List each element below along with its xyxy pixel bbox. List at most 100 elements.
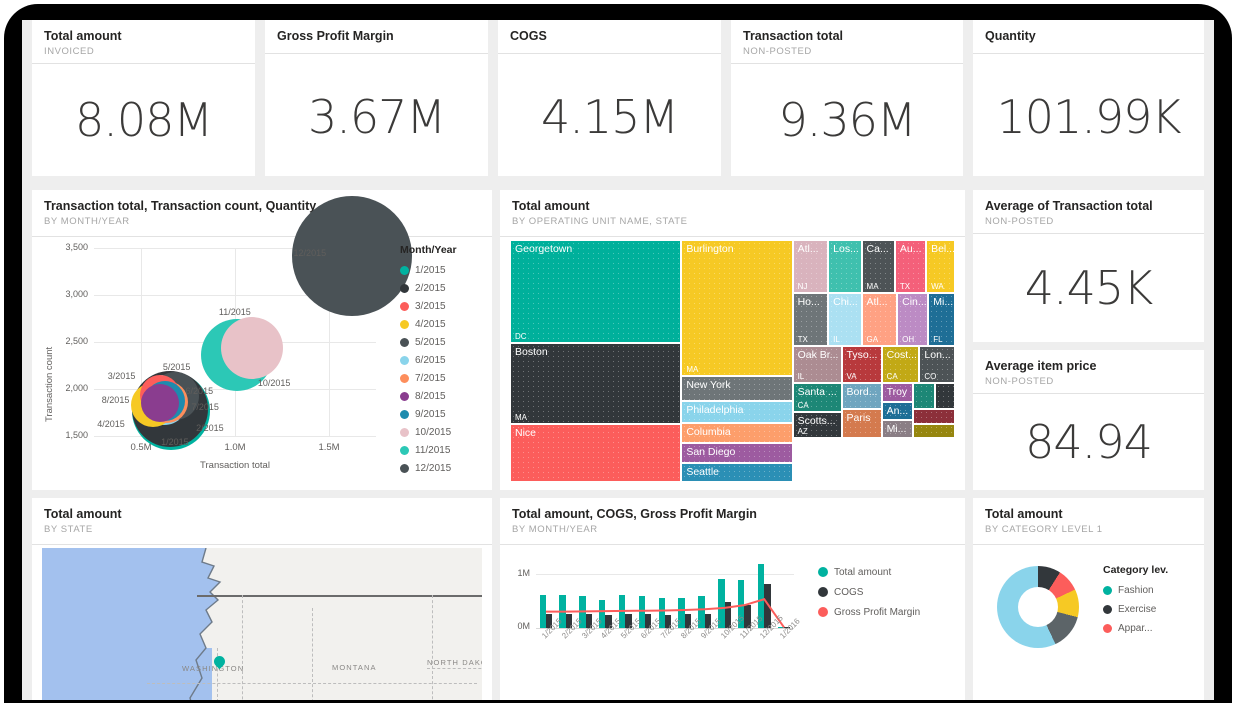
treemap-cell[interactable]: Mi... [882, 420, 913, 438]
legend-item[interactable]: Fashion [1103, 581, 1168, 600]
treemap-cell-state: NJ [798, 282, 808, 291]
legend-item[interactable]: COGS [818, 582, 920, 602]
legend-item[interactable]: 2/2015 [400, 279, 457, 297]
legend-label: 10/2015 [415, 427, 451, 438]
kpi-card-1[interactable]: Total amountINVOICED8.08M [32, 20, 255, 176]
treemap-cell-name: Tyso... [847, 349, 878, 361]
legend-item[interactable]: Gross Profit Margin [818, 602, 920, 622]
treemap-cell-name: Ca... [867, 243, 889, 255]
x-axis-tick: 1.5M [309, 442, 349, 453]
treemap-cell[interactable]: New York [681, 376, 792, 401]
scatter-bubble[interactable] [141, 384, 179, 422]
treemap-cell-name: Troy [887, 386, 908, 398]
map-plot-area[interactable]: WASHINGTONMONTANANORTH DAKOTSOUTH DAKO [42, 548, 482, 700]
treemap-cell[interactable]: Mi...FL [928, 293, 955, 346]
treemap-cell[interactable]: Atl...NJ [793, 240, 829, 293]
treemap-cell[interactable]: Cin...OH [897, 293, 928, 346]
treemap-cell[interactable] [935, 383, 955, 410]
treemap-cell[interactable]: Troy [882, 383, 913, 402]
treemap-cell[interactable]: BostonMA [510, 343, 681, 424]
treemap-cell-name: Oak Br... [798, 349, 839, 361]
treemap-cell-name: Au... [900, 243, 922, 255]
treemap-cell[interactable]: Santa ...CA [793, 383, 842, 412]
treemap-cell[interactable]: Columbia [681, 423, 792, 444]
kpi-value: 101.99K [973, 54, 1204, 176]
treemap-cell[interactable]: Ho...TX [793, 293, 829, 346]
treemap-cell[interactable]: San Diego [681, 443, 792, 462]
line-gross-profit-margin [500, 542, 794, 632]
treemap-cell[interactable]: An... [882, 402, 913, 420]
scatter-bubble[interactable] [221, 317, 283, 379]
kpi-value: 9.36M [731, 64, 963, 176]
x-axis-title: Transaction total [94, 460, 376, 471]
treemap-cell-state: CO [924, 372, 936, 381]
legend-item[interactable]: 9/2015 [400, 405, 457, 423]
side-kpi-subtitle: NON-POSTED [985, 215, 1192, 228]
gridline-y [94, 436, 376, 437]
legend-item[interactable]: 8/2015 [400, 387, 457, 405]
combo-chart-card[interactable]: Total amount, COGS, Gross Profit Margin … [500, 498, 965, 700]
legend-color-dot [400, 410, 409, 419]
treemap-cell[interactable]: Scotts...AZ [793, 412, 842, 439]
legend-item[interactable]: 1/2015 [400, 261, 457, 279]
treemap-cell[interactable]: Oak Br...IL [793, 346, 842, 382]
legend-item[interactable]: 4/2015 [400, 315, 457, 333]
treemap-cell[interactable] [913, 383, 935, 410]
treemap-cell[interactable]: GeorgetownDC [510, 240, 681, 343]
treemap-cell[interactable] [913, 424, 955, 439]
legend-item[interactable]: 12/2015 [400, 459, 457, 477]
legend-label: 8/2015 [415, 391, 446, 402]
treemap-cell[interactable]: Tyso...VA [842, 346, 882, 382]
treemap-cell[interactable]: Bel...WA [926, 240, 955, 293]
legend-item[interactable]: Exercise [1103, 600, 1168, 619]
treemap-cell[interactable]: Nice [510, 424, 681, 482]
side-kpi-card-1[interactable]: Average of Transaction totalNON-POSTED4.… [973, 190, 1204, 342]
donut-legend-title: Category lev. [1103, 564, 1168, 576]
legend-item[interactable]: 3/2015 [400, 297, 457, 315]
combo-plot-area[interactable]: 1M0M1/20152/20153/20154/20155/20156/2015… [500, 542, 965, 700]
treemap-cell-name: Atl... [867, 296, 888, 308]
legend-color-dot [400, 320, 409, 329]
treemap-cell[interactable]: Cost...CA [882, 346, 920, 382]
side-kpi-card-2[interactable]: Average item priceNON-POSTED84.94 [973, 350, 1204, 490]
legend-color-dot [400, 302, 409, 311]
treemap-cell[interactable]: Seattle [681, 463, 792, 482]
map-card[interactable]: Total amount BY STATE WASHINGTONMONTANAN… [32, 498, 492, 700]
treemap-cell-name: Nice [515, 427, 536, 439]
treemap-cell[interactable]: Los... [828, 240, 861, 293]
donut-chart-card[interactable]: Total amount BY CATEGORY LEVEL 1 Categor… [973, 498, 1204, 700]
treemap-cell-state: TX [900, 282, 910, 291]
treemap-cell[interactable]: Bord... [842, 383, 882, 410]
treemap-cell[interactable]: Philadelphia [681, 401, 792, 423]
legend-item[interactable]: 5/2015 [400, 333, 457, 351]
treemap-cell[interactable]: Atl...GA [862, 293, 898, 346]
treemap-cell[interactable]: BurlingtonMA [681, 240, 792, 376]
legend-item[interactable]: 6/2015 [400, 351, 457, 369]
treemap-cell[interactable]: Au... TX [895, 240, 926, 293]
kpi-card-2[interactable]: Gross Profit Margin3.67M [265, 20, 488, 176]
legend-item[interactable]: 11/2015 [400, 441, 457, 459]
legend-item[interactable]: Total amount [818, 562, 920, 582]
treemap-plot-area[interactable]: GeorgetownDCBostonMA Nice BurlingtonMANew … [510, 240, 955, 482]
donut-plot-area[interactable]: Category lev. FashionExerciseAppar... [973, 542, 1204, 700]
kpi-card-4[interactable]: Transaction totalNON-POSTED9.36M [731, 20, 963, 176]
treemap-cell-name: Mi... [933, 296, 953, 308]
treemap-cell[interactable]: Paris [842, 409, 882, 438]
scatter-chart-card[interactable]: Transaction total, Transaction count, Qu… [32, 190, 492, 490]
kpi-title: Gross Profit Margin [277, 29, 476, 44]
legend-color-dot [818, 567, 828, 577]
legend-item[interactable]: 10/2015 [400, 423, 457, 441]
treemap-cell[interactable]: Ca...MA [862, 240, 895, 293]
scatter-plot-area[interactable]: 1,5002,0002,5003,0003,5000.5M1.0M1.5MTra… [32, 234, 492, 490]
treemap-cell[interactable]: Lon...CO [919, 346, 955, 382]
kpi-card-3[interactable]: COGS4.15M [498, 20, 721, 176]
treemap-card[interactable]: Total amount BY OPERATING UNIT NAME, STA… [500, 190, 965, 490]
kpi-card-5[interactable]: Quantity101.99K [973, 20, 1204, 176]
legend-item[interactable]: 7/2015 [400, 369, 457, 387]
treemap-cell[interactable]: Chi...IL [828, 293, 861, 346]
treemap-cell[interactable] [913, 409, 955, 424]
scatter-legend: Month/Year1/20152/20153/20154/20155/2015… [400, 244, 457, 477]
kpi-header: Total amountINVOICED [32, 20, 255, 64]
scatter-point-label: 7/2015 [191, 402, 219, 412]
legend-item[interactable]: Appar... [1103, 619, 1168, 638]
